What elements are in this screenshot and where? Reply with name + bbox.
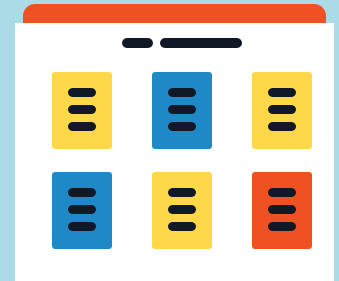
card-text-line — [268, 105, 296, 114]
card-blue-2[interactable] — [52, 172, 112, 249]
card-text-line — [168, 222, 196, 231]
card-text-line — [168, 188, 196, 197]
card-text-line — [268, 122, 296, 131]
card-blue-1[interactable] — [152, 72, 212, 149]
card-text-line — [268, 222, 296, 231]
card-text-line — [68, 105, 96, 114]
card-text-line — [68, 205, 96, 214]
card-yellow-3[interactable] — [152, 172, 212, 249]
card-text-line — [268, 205, 296, 214]
card-text-line — [168, 122, 196, 131]
card-text-line — [268, 188, 296, 197]
card-text-line — [68, 222, 96, 231]
card-text-line — [168, 88, 196, 97]
card-text-line — [68, 122, 96, 131]
card-text-line — [168, 105, 196, 114]
card-text-line — [168, 205, 196, 214]
card-yellow-1[interactable] — [52, 72, 112, 149]
card-text-line — [268, 88, 296, 97]
card-text-line — [68, 88, 96, 97]
card-text-line — [68, 188, 96, 197]
card-orange-1[interactable] — [252, 172, 312, 249]
header-short-bar — [122, 38, 153, 48]
card-yellow-2[interactable] — [252, 72, 312, 149]
header-long-bar — [160, 38, 242, 48]
